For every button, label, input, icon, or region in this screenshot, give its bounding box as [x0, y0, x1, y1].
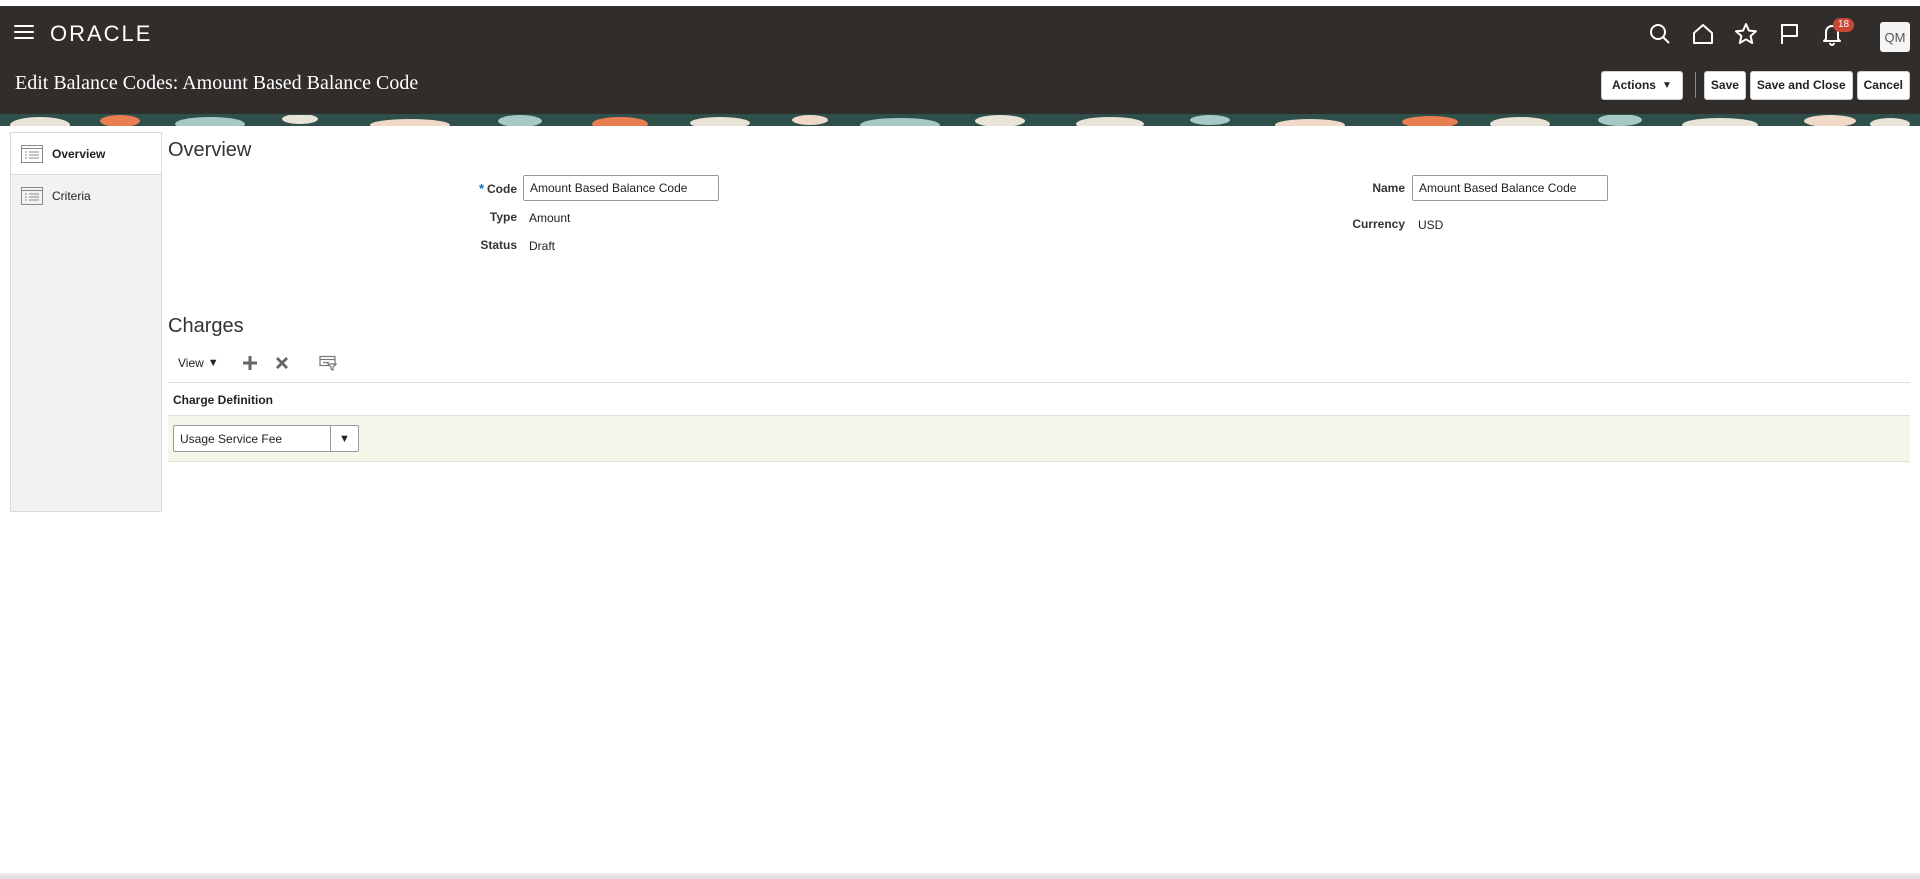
notification-count-badge: 18	[1833, 18, 1855, 32]
search-icon[interactable]	[1642, 16, 1678, 52]
query-by-example-icon[interactable]	[317, 352, 339, 374]
nav-item-overview[interactable]: Overview	[11, 133, 161, 175]
hamburger-menu-icon[interactable]	[14, 22, 34, 42]
home-icon[interactable]	[1685, 16, 1721, 52]
name-label: Name	[1372, 181, 1405, 195]
currency-label: Currency	[1352, 217, 1405, 231]
page-action-bar: Actions ▼ Save Save and Close Cancel	[1600, 70, 1910, 100]
left-navigation-panel: Overview Criteria	[10, 132, 162, 512]
delete-row-icon[interactable]	[271, 352, 293, 374]
chevron-down-icon: ▼	[1661, 79, 1672, 91]
charges-section-title: Charges	[168, 315, 244, 337]
add-row-icon[interactable]	[239, 352, 261, 374]
decorative-banner	[0, 114, 1920, 126]
nav-item-criteria[interactable]: Criteria	[11, 175, 161, 217]
required-asterisk: *	[478, 181, 484, 196]
oracle-logo[interactable]: ORACLE	[50, 21, 152, 47]
notifications-bell-icon[interactable]: 18	[1814, 16, 1855, 52]
view-menu[interactable]: View ▼	[178, 356, 219, 370]
save-and-close-button[interactable]: Save and Close	[1749, 70, 1853, 100]
name-input[interactable]	[1412, 175, 1608, 201]
type-label: Type	[489, 210, 517, 224]
column-header-charge-definition[interactable]: Charge Definition	[173, 393, 273, 407]
list-icon	[21, 187, 43, 205]
status-value: Draft	[529, 239, 556, 253]
user-avatar[interactable]: QM	[1880, 22, 1910, 52]
list-icon	[21, 144, 43, 163]
charge-definition-select[interactable]: Usage Service Fee ▼	[173, 425, 359, 452]
global-header: ORACLE 18 QM Edit Balance Codes: Amount …	[0, 6, 1920, 114]
favorites-star-icon[interactable]	[1728, 16, 1764, 52]
view-menu-label: View	[178, 356, 204, 370]
chevron-down-icon[interactable]: ▼	[330, 426, 358, 451]
charges-toolbar: View ▼	[168, 351, 349, 375]
header-icon-bar: 18 QM	[1620, 16, 1920, 56]
table-bottom-divider	[168, 461, 1910, 462]
status-label: Status	[480, 238, 517, 252]
table-row[interactable]	[168, 416, 1910, 461]
nav-item-label: Overview	[52, 146, 106, 161]
flag-icon[interactable]	[1771, 16, 1807, 52]
actions-label: Actions	[1611, 78, 1656, 92]
cancel-button[interactable]: Cancel	[1856, 70, 1910, 100]
save-button[interactable]: Save	[1703, 70, 1746, 100]
code-input[interactable]	[523, 175, 719, 201]
chevron-down-icon: ▼	[207, 357, 219, 369]
overview-section-title: Overview	[168, 139, 252, 161]
window-bottom-edge	[0, 873, 1920, 879]
nav-item-label: Criteria	[52, 189, 91, 203]
toolbar-separator	[1694, 72, 1696, 98]
page-title: Edit Balance Codes: Amount Based Balance…	[15, 72, 419, 94]
code-label-text: Code	[487, 182, 517, 196]
table-top-divider	[168, 382, 1910, 383]
code-label: * Code	[420, 181, 517, 196]
actions-menu-button[interactable]: Actions ▼	[1600, 70, 1683, 100]
charge-definition-value: Usage Service Fee	[180, 432, 283, 446]
type-value: Amount	[529, 211, 571, 225]
currency-value: USD	[1418, 218, 1444, 232]
